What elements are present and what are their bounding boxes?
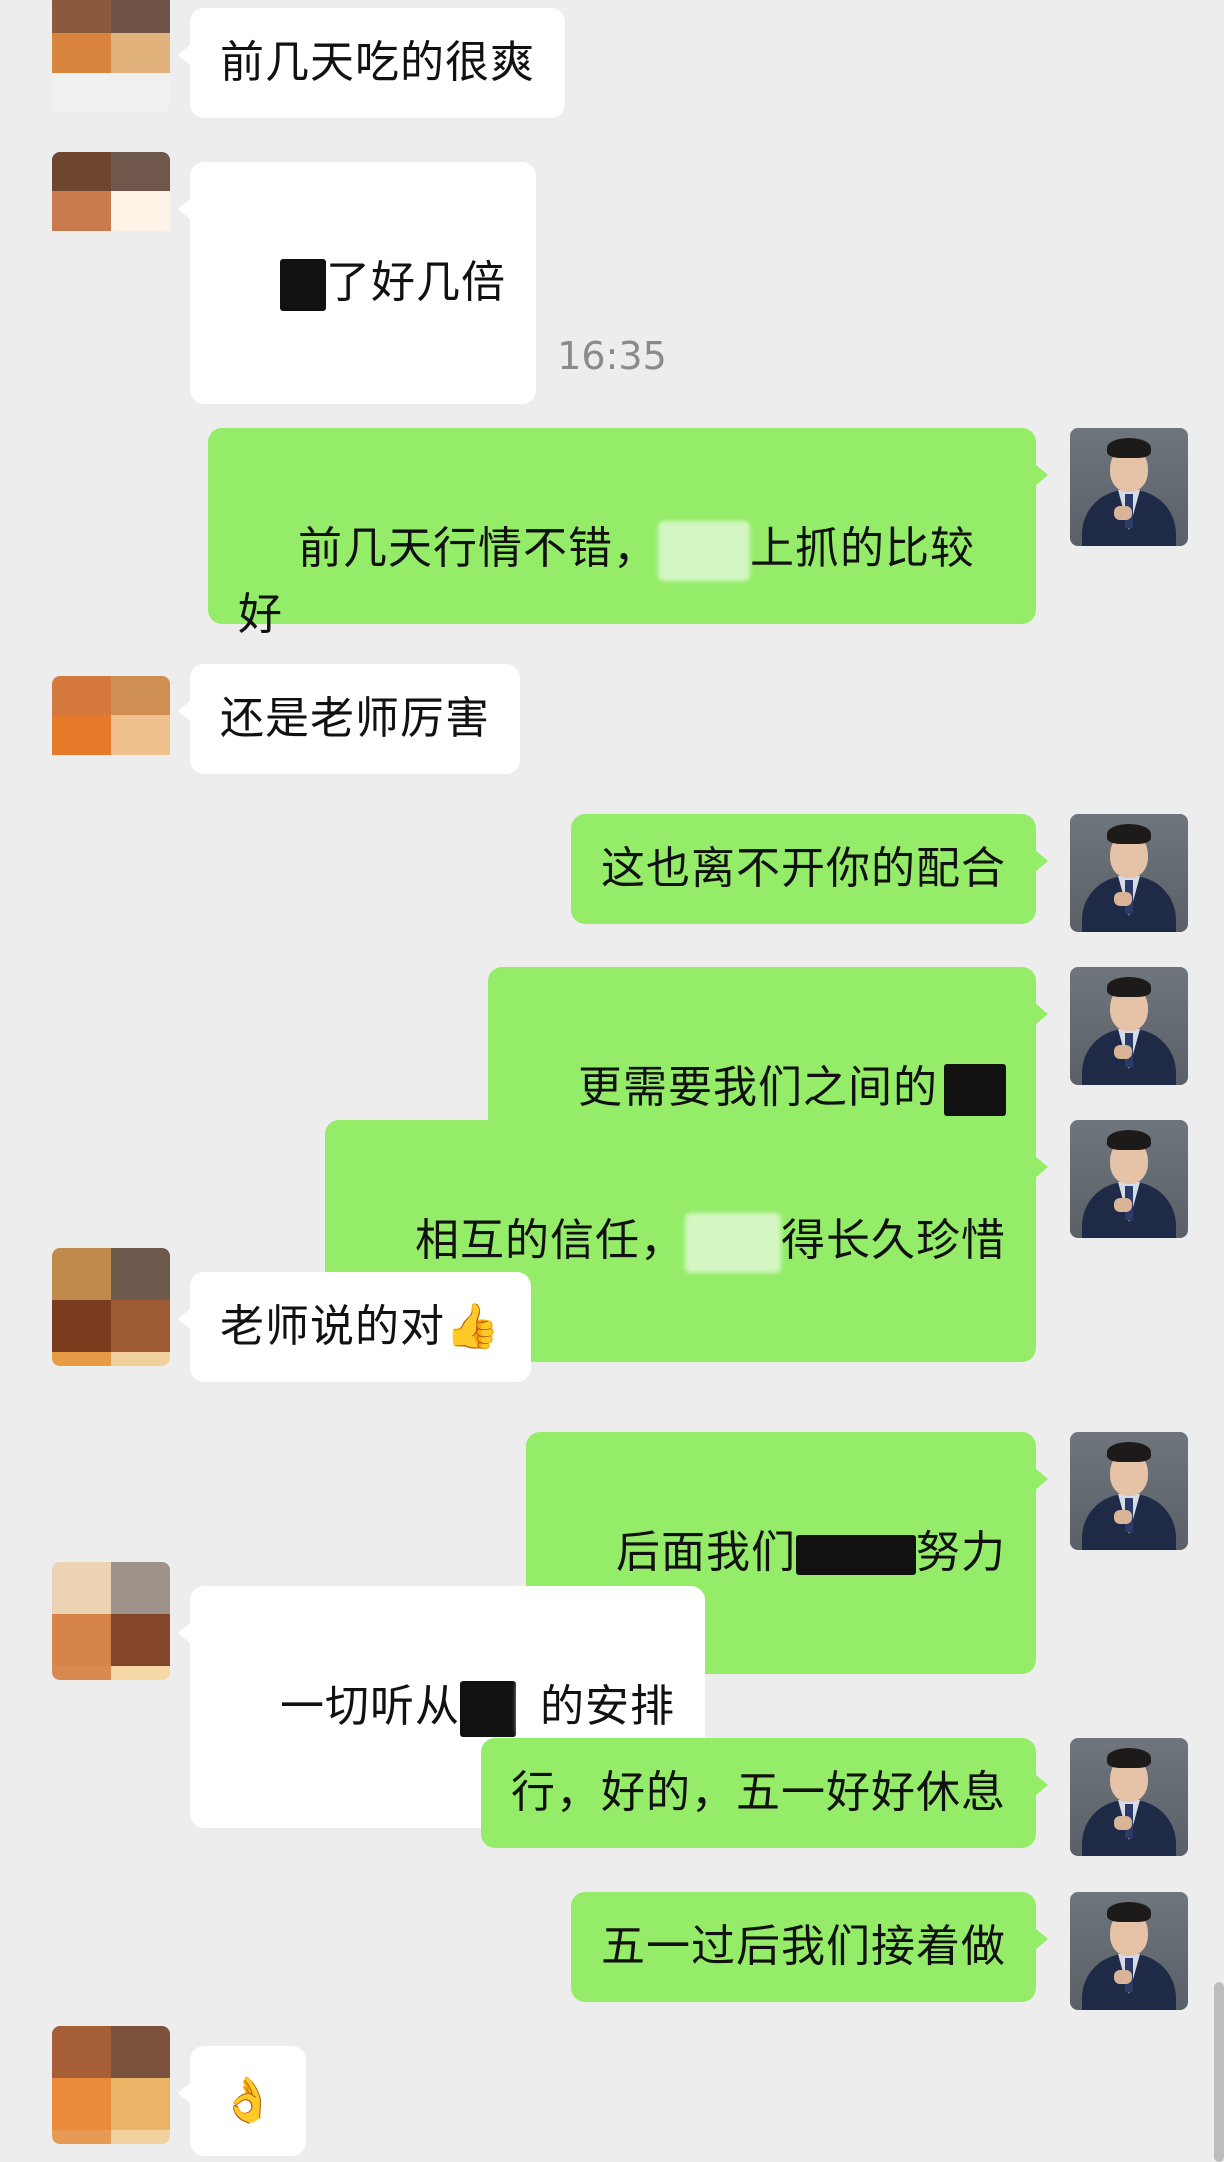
message-text: 了好几倍: [325, 257, 506, 308]
user-avatar[interactable]: [52, 2026, 170, 2144]
user-avatar[interactable]: [52, 0, 170, 112]
teacher-avatar[interactable]: [1070, 1738, 1188, 1856]
redacted-blur: [515, 1681, 540, 1737]
user-avatar[interactable]: [52, 1562, 170, 1680]
message-bubble[interactable]: 前几天吃的很爽: [178, 8, 565, 118]
message-bubble[interactable]: 还是老师厉害: [178, 664, 520, 774]
message-bubble[interactable]: 行，好的，五一好好休息: [481, 1738, 1048, 1848]
message-text: 前几天行情不错，: [297, 523, 658, 574]
teacher-avatar[interactable]: [1070, 967, 1188, 1085]
message-text: 后面我们: [616, 1527, 796, 1578]
redacted-block: [944, 1064, 1006, 1116]
timestamp: 16:35: [557, 334, 667, 378]
user-avatar[interactable]: [52, 152, 170, 270]
redacted-block: [279, 259, 326, 311]
message-text: 一切听从: [279, 1681, 460, 1732]
message-text: 得长久珍惜: [781, 1215, 1006, 1266]
redacted-blur: [685, 1213, 781, 1273]
user-avatar[interactable]: [52, 1248, 170, 1366]
message-bubble[interactable]: 👌: [178, 2046, 306, 2156]
teacher-avatar[interactable]: [1070, 1120, 1188, 1238]
message-bubble[interactable]: 五一过后我们接着做: [571, 1892, 1048, 2002]
teacher-avatar[interactable]: [1070, 814, 1188, 932]
message-bubble[interactable]: 这也离不开你的配合: [571, 814, 1048, 924]
message-bubble[interactable]: 前几天行情不错， 上抓的比较好: [208, 428, 1048, 640]
teacher-avatar[interactable]: [1070, 428, 1188, 546]
redacted-blur: [657, 521, 750, 581]
scrollbar[interactable]: [1214, 1982, 1224, 2162]
message-text: 相互的信任，: [415, 1215, 685, 1266]
teacher-avatar[interactable]: [1070, 1892, 1188, 2010]
message-text: 上抓的比较: [749, 523, 975, 574]
redacted-block: [459, 1681, 516, 1737]
redacted-block: [796, 1535, 916, 1575]
message-text: 更需要我们之间的: [578, 1062, 938, 1113]
message-text: 努力: [916, 1527, 1006, 1578]
message-bubble[interactable]: 老师说的对👍: [178, 1272, 531, 1382]
message-text: 的安排: [539, 1681, 675, 1732]
user-avatar[interactable]: [52, 676, 170, 794]
teacher-avatar[interactable]: [1070, 1432, 1188, 1550]
message-text: 好: [238, 589, 283, 640]
